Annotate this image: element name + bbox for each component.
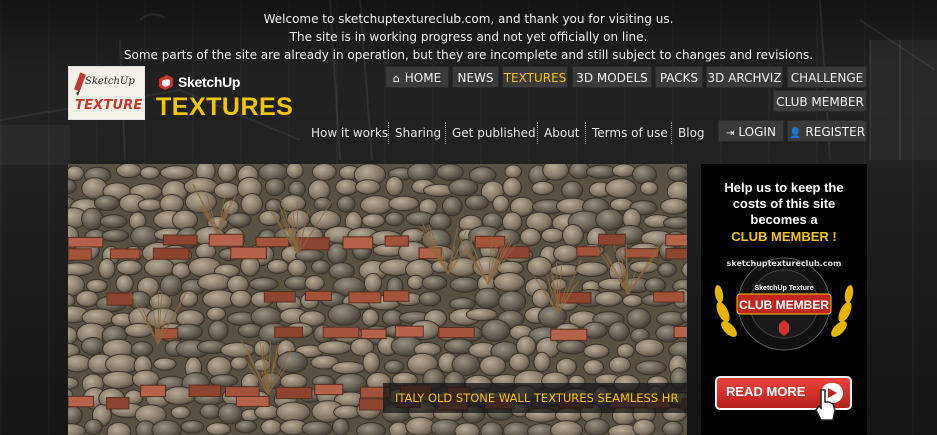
nav-club-member-label: CLUB MEMBER <box>776 95 864 109</box>
nav-textures-label: TEXTURES <box>503 71 567 85</box>
subnav-blog[interactable]: Blog <box>678 123 705 143</box>
nav-news-label: NEWS <box>457 71 494 85</box>
nav-textures[interactable]: TEXTURES <box>502 66 568 88</box>
nav-news[interactable]: NEWS <box>452 66 499 88</box>
login-icon: ⇥ <box>726 128 735 139</box>
club-member-badge: sketchuptextureclub.com SketchUp Texture… <box>714 257 854 351</box>
welcome-line-1: Welcome to sketchuptextureclub.com, and … <box>263 12 674 26</box>
read-more-label: READ MORE <box>726 384 806 399</box>
login-label: LOGIN <box>738 125 776 139</box>
ad-line-1: Help us to keep the <box>724 180 844 195</box>
nav-challenge-label: CHALLENGE <box>790 71 864 85</box>
logo-top-text: SketchUp <box>178 74 241 90</box>
logo-small-top-text: SketchUp <box>85 76 135 87</box>
welcome-line-2: The site is in working progress and not … <box>289 30 648 44</box>
subnav-terms[interactable]: Terms of use <box>592 123 668 143</box>
ad-line-2: costs of this site <box>732 196 836 211</box>
subnav-separator <box>445 122 447 144</box>
nav-3d-archviz[interactable]: 3D ARCHVIZ <box>706 66 783 88</box>
sketchup-textures-logo[interactable]: SketchUp TEXTURES <box>155 70 293 126</box>
subnav-get-published[interactable]: Get published <box>452 123 536 143</box>
nav-home-label: HOME <box>404 71 442 85</box>
nav-club-member[interactable]: CLUB MEMBER <box>773 90 867 112</box>
club-member-ad[interactable]: Help us to keep the costs of this site b… <box>701 164 867 435</box>
logo-small-bottom-text: TEXTURE <box>75 98 143 113</box>
read-more-button[interactable]: READ MORE <box>715 376 852 421</box>
ad-line-4: CLUB MEMBER ! <box>731 229 837 244</box>
ad-line-3: becomes a <box>750 212 818 227</box>
register-label: REGISTER <box>805 125 866 139</box>
welcome-line-3: Some parts of the site are already in op… <box>123 48 814 62</box>
nav-3d-archviz-label: 3D ARCHVIZ <box>707 71 782 85</box>
nav-home[interactable]: ⌂ HOME <box>385 66 449 88</box>
featured-caption[interactable]: ITALY OLD STONE WALL TEXTURES SEAMLESS H… <box>383 383 687 413</box>
welcome-message: Welcome to sketchuptextureclub.com, and … <box>0 10 937 64</box>
nav-packs[interactable]: PACKS <box>655 66 703 88</box>
badge-top-text: SketchUp Texture <box>755 285 814 292</box>
badge-main-text: CLUB MEMBER <box>739 298 829 312</box>
nav-3d-models-label: 3D MODELS <box>576 71 648 85</box>
home-icon: ⌂ <box>392 72 400 85</box>
subnav-separator <box>388 122 390 144</box>
nav-challenge[interactable]: CHALLENGE <box>787 66 867 88</box>
logo-bottom-text: TEXTURES <box>156 93 294 121</box>
sketchup-texture-logo-small[interactable]: SketchUp TEXTURE <box>68 66 145 120</box>
add-user-icon: 👤 <box>788 128 802 139</box>
login-button[interactable]: ⇥ LOGIN <box>718 120 784 142</box>
subnav-how-it-works[interactable]: How it works <box>311 123 388 143</box>
subnav-separator <box>671 122 673 144</box>
register-button[interactable]: 👤 REGISTER <box>787 120 867 142</box>
subnav-about[interactable]: About <box>544 123 579 143</box>
sketchup-logo-icon <box>159 75 173 90</box>
hand-cursor-icon <box>815 389 836 421</box>
nav-3d-models[interactable]: 3D MODELS <box>572 66 652 88</box>
badge-ring-text: sketchuptextureclub.com <box>727 259 842 268</box>
subnav-sharing[interactable]: Sharing <box>395 123 441 143</box>
subnav-separator <box>585 122 587 144</box>
subnav-separator <box>537 122 539 144</box>
nav-packs-label: PACKS <box>659 71 699 85</box>
